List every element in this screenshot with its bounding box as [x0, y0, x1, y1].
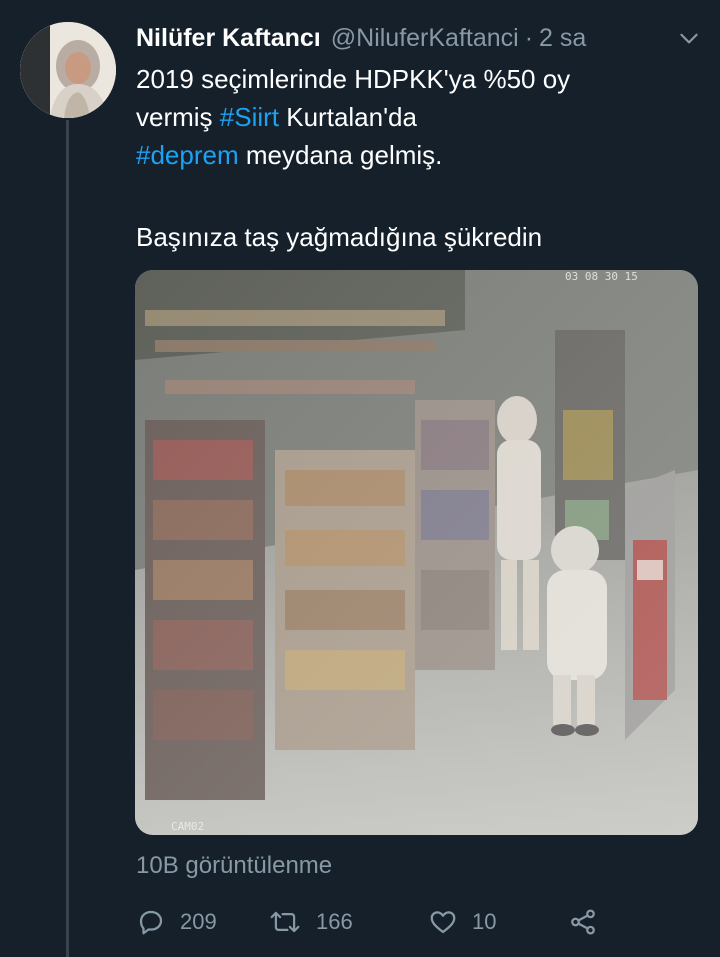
tweet-actions: 209 166 10 — [136, 900, 616, 944]
hashtag-link[interactable]: #Siirt — [220, 102, 279, 132]
tweet-text-line: Başınıza taş yağmadığına şükredin — [136, 218, 696, 256]
tweet-text-line: 2019 seçimlerinde HDPKK'ya %50 oy — [136, 60, 696, 98]
tweet-text-line: vermiş #Siirt Kurtalan'da — [136, 98, 696, 136]
tweet-time[interactable]: 2 sa — [539, 24, 586, 53]
tweet-text-segment: 2019 seçimlerinde HDPKK'ya %50 oy — [136, 64, 571, 94]
heart-icon — [430, 911, 456, 934]
author-handle[interactable]: @NiluferKaftanci — [331, 24, 519, 53]
retweet-icon — [270, 911, 300, 933]
like-button[interactable]: 10 — [428, 907, 568, 937]
retweet-button[interactable]: 166 — [268, 907, 428, 937]
share-icon — [571, 909, 595, 935]
reply-button[interactable]: 209 — [136, 907, 268, 937]
tweet-text-segment: vermiş — [136, 102, 220, 132]
reply-icon — [139, 910, 163, 935]
tweet-text-line: #deprem meydana gelmiş. — [136, 136, 696, 174]
author-name[interactable]: Nilüfer Kaftancı — [136, 24, 321, 53]
tweet-header: Nilüfer Kaftancı @NiluferKaftanci · 2 sa — [136, 18, 702, 58]
avatar[interactable] — [20, 22, 116, 118]
video-timestamp: 03 08 30 15 — [565, 270, 638, 283]
hashtag-link[interactable]: #deprem — [136, 140, 239, 170]
tweet-text-segment: Başınıza taş yağmadığına şükredin — [136, 222, 543, 252]
tweet-media[interactable]: 03 08 30 15 CAM02 — [135, 270, 698, 835]
text-gap — [136, 174, 696, 218]
chevron-down-icon[interactable] — [676, 25, 702, 51]
tweet-text: 2019 seçimlerinde HDPKK'ya %50 oy vermiş … — [136, 60, 696, 256]
avatar-image — [20, 22, 116, 118]
retweet-count: 166 — [316, 909, 353, 934]
thread-line — [66, 120, 69, 957]
camera-label: CAM02 — [171, 820, 205, 833]
video-frame — [135, 270, 698, 835]
share-button[interactable] — [568, 907, 598, 937]
tweet-text-segment: Kurtalan'da — [279, 102, 417, 132]
tweet-text-segment: meydana gelmiş. — [238, 140, 443, 170]
separator: · — [524, 23, 534, 52]
view-count: 10B görüntülenme — [136, 852, 333, 879]
like-count: 10 — [472, 909, 497, 934]
reply-count: 209 — [180, 909, 217, 934]
